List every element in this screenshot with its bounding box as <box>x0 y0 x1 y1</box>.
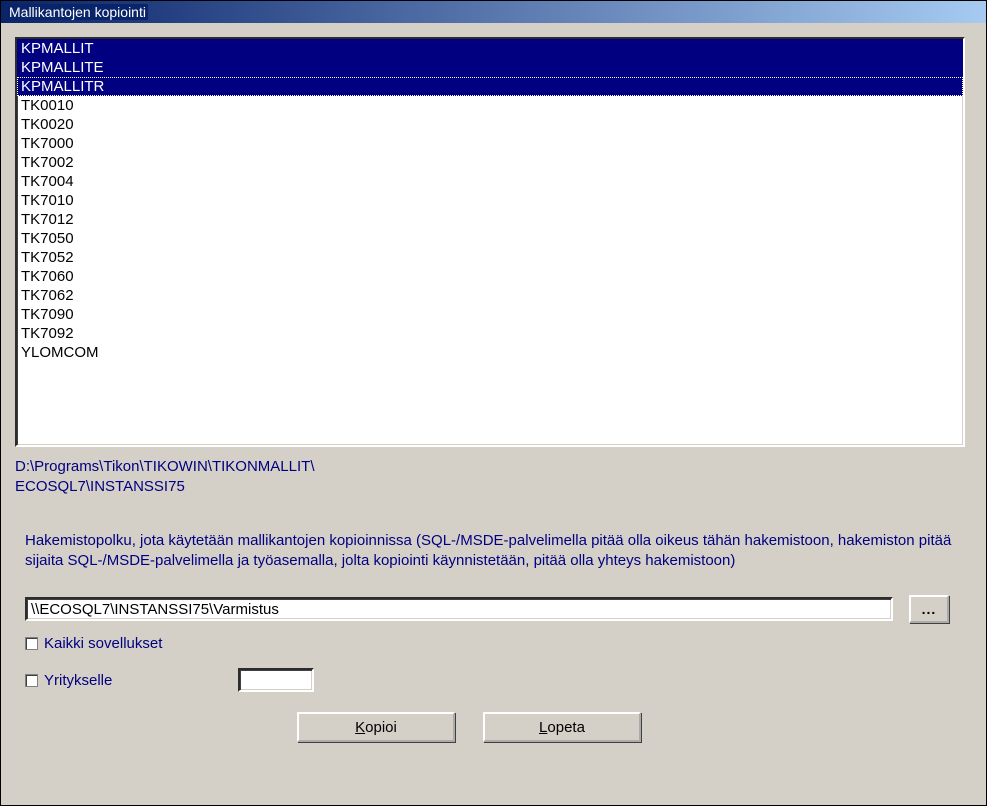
company-row: Yritykselle <box>15 668 966 692</box>
company-input[interactable] <box>238 668 314 692</box>
list-item[interactable]: TK7090 <box>17 305 963 324</box>
info-path: D:\Programs\Tikon\TIKOWIN\TIKONMALLIT\ <box>15 457 966 477</box>
info-server: ECOSQL7\INSTANSSI75 <box>15 477 966 497</box>
list-item[interactable]: KPMALLIT <box>17 39 963 58</box>
list-item[interactable]: KPMALLITE <box>17 58 963 77</box>
list-item[interactable]: KPMALLITR <box>17 77 963 96</box>
list-item[interactable]: TK0010 <box>17 96 963 115</box>
client-area: KPMALLITKPMALLITEKPMALLITRTK0010TK0020TK… <box>1 23 986 805</box>
quit-button[interactable]: Lopeta <box>483 712 641 742</box>
list-item[interactable]: TK7000 <box>17 134 963 153</box>
path-input[interactable] <box>25 597 893 621</box>
list-item[interactable]: TK7012 <box>17 210 963 229</box>
list-item[interactable]: TK7060 <box>17 267 963 286</box>
list-item[interactable]: TK7002 <box>17 153 963 172</box>
all-apps-checkbox[interactable] <box>25 637 38 650</box>
company-checkbox[interactable] <box>25 674 38 687</box>
window: Mallikantojen kopiointi KPMALLITKPMALLIT… <box>0 0 987 806</box>
company-label: Yritykselle <box>44 672 112 689</box>
copy-button[interactable]: Kopioi <box>297 712 455 742</box>
info-panel: D:\Programs\Tikon\TIKOWIN\TIKONMALLIT\ E… <box>15 457 966 497</box>
list-item[interactable]: TK0020 <box>17 115 963 134</box>
list-item[interactable]: TK7010 <box>17 191 963 210</box>
list-item[interactable]: TK7050 <box>17 229 963 248</box>
database-listbox[interactable]: KPMALLITKPMALLITEKPMALLITRTK0010TK0020TK… <box>15 37 965 447</box>
help-text: Hakemistopolku, jota käytetään mallikant… <box>25 531 955 571</box>
list-item[interactable]: TK7052 <box>17 248 963 267</box>
list-item[interactable]: TK7092 <box>17 324 963 343</box>
window-title: Mallikantojen kopiointi <box>7 4 148 20</box>
all-apps-label: Kaikki sovellukset <box>44 635 162 652</box>
list-item[interactable]: YLOMCOM <box>17 343 963 362</box>
titlebar: Mallikantojen kopiointi <box>1 1 986 23</box>
path-row: ... <box>15 595 966 623</box>
all-apps-row: Kaikki sovellukset <box>15 635 966 652</box>
list-item[interactable]: TK7004 <box>17 172 963 191</box>
list-item[interactable]: TK7062 <box>17 286 963 305</box>
browse-button[interactable]: ... <box>909 595 949 623</box>
button-row: Kopioi Lopeta <box>15 712 966 742</box>
